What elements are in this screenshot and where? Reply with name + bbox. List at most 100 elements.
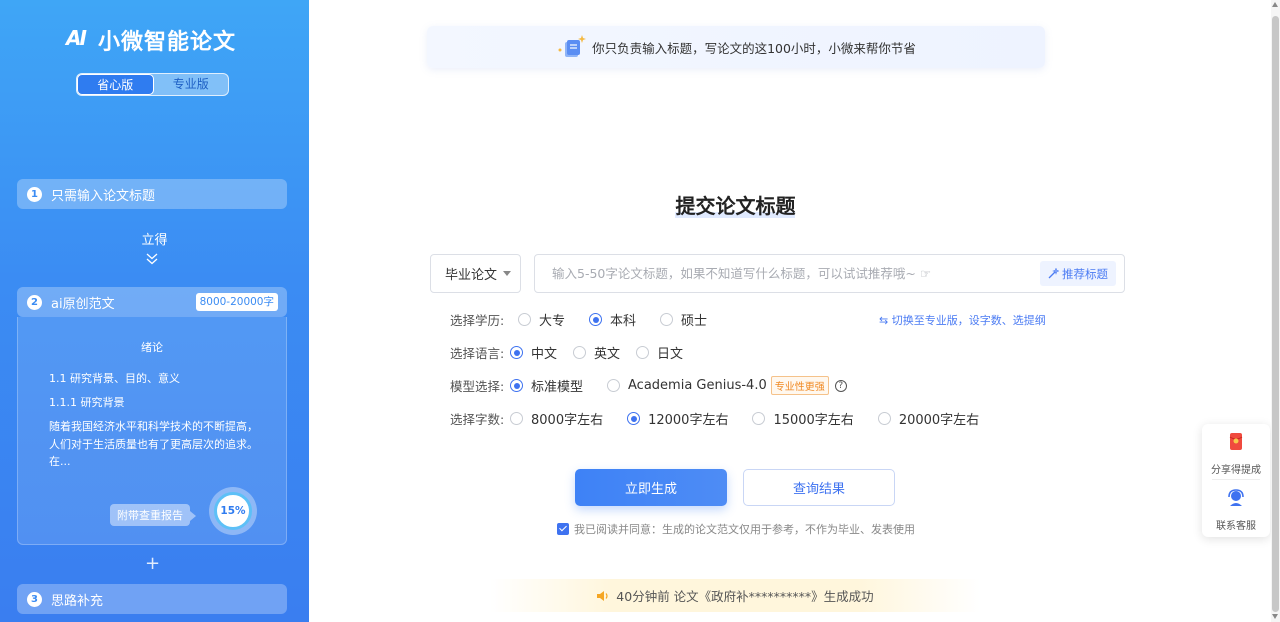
radio-label: 12000字左右	[648, 413, 729, 428]
radio-language-english[interactable]: 英文	[573, 343, 620, 362]
radio-words-8000[interactable]: 8000字左右	[510, 409, 603, 428]
word-count-label: 选择字数:	[450, 412, 505, 427]
radio-label: 中文	[531, 347, 558, 362]
radio-label: 硕士	[681, 314, 708, 329]
step-3: 3 思路补充	[17, 584, 287, 614]
page-title: 提交论文标题	[675, 194, 796, 218]
help-icon[interactable]: ?	[834, 379, 847, 392]
paper-title-input[interactable]	[535, 255, 1030, 292]
radio-model-academia[interactable]: Academia Genius-4.0	[607, 378, 767, 393]
sidebar: AI 小微智能论文 省心版 专业版 1 只需输入论文标题 立得 2 ai原创范文…	[0, 0, 309, 622]
generation-notice: 40分钟前 论文《政府补**********》生成成功	[490, 579, 980, 612]
education-row: 选择学历: 大专 本科 硕士	[450, 310, 731, 329]
radio-circle	[752, 412, 766, 425]
double-chevron-down-icon	[146, 253, 158, 265]
word-range-badge: 8000-20000字	[195, 293, 278, 311]
radio-circle	[660, 313, 674, 326]
radio-label: 英文	[594, 347, 621, 362]
radio-circle	[518, 313, 531, 326]
radio-circle	[510, 412, 523, 425]
radio-language-japanese[interactable]: 日文	[636, 343, 683, 362]
radio-label: 8000字左右	[531, 413, 604, 428]
radio-education-benke[interactable]: 本科	[589, 310, 636, 329]
radio-circle-checked	[510, 346, 523, 359]
agreement-checkbox[interactable]	[557, 523, 569, 535]
agreement: 我已阅读并同意：生成的论文范文仅用于参考，不作为毕业、发表使用	[557, 521, 915, 537]
generate-button[interactable]: 立即生成	[575, 469, 727, 506]
brand-name: 小微智能论文	[98, 30, 237, 55]
service-label: 联系客服	[1216, 521, 1256, 532]
agreement-text: 我已阅读并同意：生成的论文范文仅用于参考，不作为毕业、发表使用	[574, 523, 915, 536]
radio-words-15000[interactable]: 15000字左右	[752, 409, 854, 428]
slogan-banner: 你只负责输入标题，写论文的这100小时，小微来帮你节省	[427, 26, 1045, 68]
word-count-row: 选择字数: 8000字左右 12000字左右 15000字左右 20000字左右	[450, 409, 1003, 428]
recommend-title-button[interactable]: 推荐标题	[1040, 261, 1116, 286]
language-label: 选择语言:	[450, 346, 505, 361]
language-row: 选择语言: 中文 英文 日文	[450, 343, 707, 362]
switch-icon: ⇆	[879, 314, 892, 327]
radio-circle-checked	[589, 313, 603, 326]
paper-type-select[interactable]: 毕业论文	[430, 254, 521, 293]
scroll-up-arrow-icon[interactable]	[1272, 2, 1278, 7]
floating-side-panel: 分享得提成 联系客服	[1202, 424, 1270, 537]
paper-type-value: 毕业论文	[445, 268, 498, 283]
radio-label: 大专	[539, 314, 566, 329]
radio-label: 本科	[610, 314, 637, 329]
education-label: 选择学历:	[450, 313, 505, 328]
radio-circle	[607, 379, 621, 392]
sample-subsection: 1.1.1 研究背景	[49, 396, 125, 409]
caret-down-icon	[503, 271, 512, 276]
divider	[1212, 479, 1260, 480]
radio-label: Academia Genius-4.0	[628, 378, 767, 393]
customer-service-icon	[1228, 489, 1244, 506]
share-label: 分享得提成	[1211, 465, 1261, 476]
radio-education-shuoshi[interactable]: 硕士	[660, 310, 707, 329]
share-commission-button[interactable]: 分享得提成	[1202, 432, 1270, 476]
sample-essay-card: 绪论 1.1 研究背景、目的、意义 1.1.1 研究背景 随着我国经济水平和科学…	[17, 317, 287, 545]
plagiarism-report-tag: 附带查重报告	[110, 504, 196, 526]
radio-circle	[573, 346, 587, 359]
model-label: 模型选择:	[450, 379, 505, 394]
sample-section: 1.1 研究背景、目的、意义	[49, 372, 180, 385]
sample-heading: 绪论	[141, 341, 163, 354]
speaker-icon	[597, 590, 608, 601]
instant-label: 立得	[141, 233, 168, 248]
contact-service-button[interactable]: 联系客服	[1202, 488, 1270, 532]
radio-language-chinese[interactable]: 中文	[510, 343, 557, 362]
step-label: 思路补充	[51, 593, 104, 609]
model-row: 模型选择: 标准模型 Academia Genius-4.0 专业性更强 ?	[450, 376, 847, 395]
similarity-ring: 15%	[209, 487, 257, 535]
radio-circle	[877, 412, 891, 425]
switch-to-pro-link[interactable]: ⇆ 切换至专业版，设字数、选提纲	[879, 312, 1046, 328]
query-result-button[interactable]: 查询结果	[743, 469, 895, 506]
step-number: 2	[27, 294, 42, 310]
brand-logo[interactable]: AI 小微智能论文	[66, 24, 236, 56]
radio-label: 15000字左右	[773, 413, 854, 428]
radio-label: 20000字左右	[898, 413, 980, 428]
document-sparkle-icon	[558, 35, 587, 57]
similarity-percent: 15%	[214, 492, 252, 530]
red-envelope-icon	[1229, 433, 1243, 450]
version-switch: 省心版 专业版	[76, 73, 229, 96]
tab-pro-version[interactable]: 专业版	[154, 74, 229, 95]
radio-education-dazhuan[interactable]: 大专	[518, 310, 565, 329]
tab-easy-version[interactable]: 省心版	[77, 74, 154, 95]
banner-text: 你只负责输入标题，写论文的这100小时，小微来帮你节省	[592, 40, 916, 56]
radio-words-12000[interactable]: 12000字左右	[627, 409, 728, 428]
radio-label: 日文	[657, 347, 684, 362]
radio-circle-checked	[627, 412, 641, 425]
step-label: ai原创范文	[51, 296, 115, 312]
switch-link-text: 切换至专业版，设字数、选提纲	[891, 314, 1046, 327]
radio-circle-checked	[510, 379, 523, 392]
pro-badge: 专业性更强	[770, 376, 829, 395]
radio-label: 标准模型	[531, 380, 584, 395]
step-2: 2 ai原创范文 8000-20000字	[17, 287, 287, 317]
radio-words-20000[interactable]: 20000字左右	[877, 409, 980, 428]
plus-icon: +	[145, 553, 161, 574]
scrollbar-thumb[interactable]	[1272, 16, 1279, 612]
notice-text: 40分钟前 论文《政府补**********》生成成功	[616, 589, 874, 604]
scroll-down-arrow-icon[interactable]	[1272, 614, 1278, 619]
radio-model-standard[interactable]: 标准模型	[510, 376, 583, 395]
step-number: 3	[27, 591, 42, 607]
ai-logo-icon: AI	[66, 26, 87, 50]
